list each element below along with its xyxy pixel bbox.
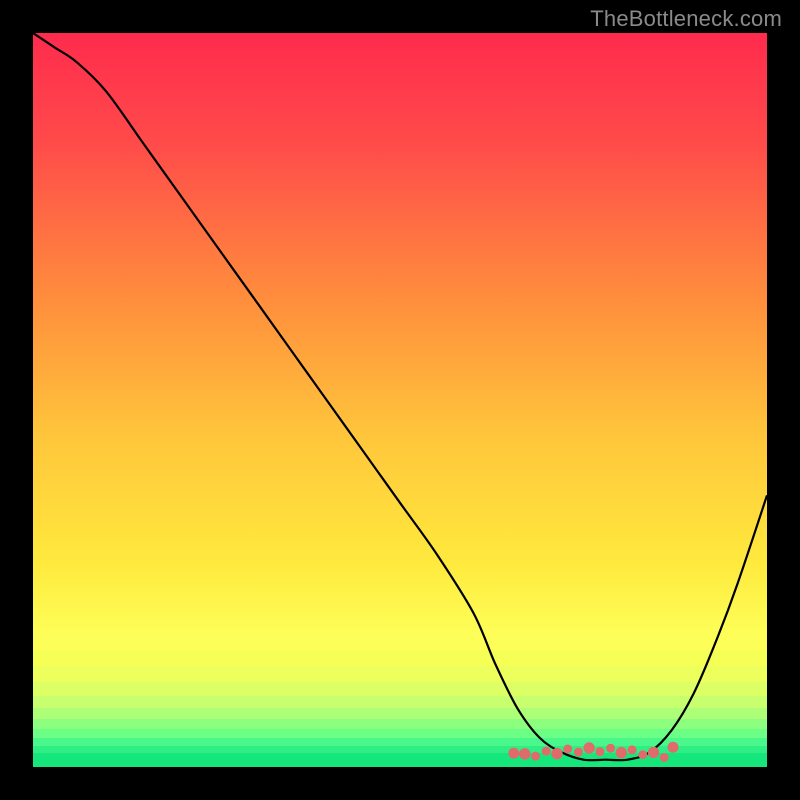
chart-frame: TheBottleneck.com bbox=[0, 0, 800, 800]
flat-region-dot bbox=[551, 748, 562, 759]
flat-region-dot bbox=[574, 748, 583, 757]
flat-region-dot bbox=[660, 753, 669, 762]
flat-region-dot bbox=[583, 742, 594, 753]
flat-region-dot bbox=[648, 747, 659, 758]
watermark-text: TheBottleneck.com bbox=[590, 6, 782, 32]
flat-region-dot bbox=[616, 747, 627, 758]
plot-area bbox=[33, 33, 767, 767]
flat-region-dot bbox=[542, 747, 551, 756]
flat-region-dot bbox=[531, 752, 540, 761]
flat-region-dot bbox=[595, 747, 604, 756]
flat-region-dot bbox=[508, 748, 519, 759]
bottleneck-curve bbox=[33, 33, 767, 767]
flat-region-dot bbox=[638, 750, 647, 759]
flat-region-dot bbox=[606, 744, 615, 753]
flat-region-dot bbox=[519, 748, 530, 759]
flat-region-dot bbox=[563, 745, 572, 754]
flat-region-dot bbox=[668, 742, 679, 753]
flat-region-dot bbox=[628, 745, 637, 754]
